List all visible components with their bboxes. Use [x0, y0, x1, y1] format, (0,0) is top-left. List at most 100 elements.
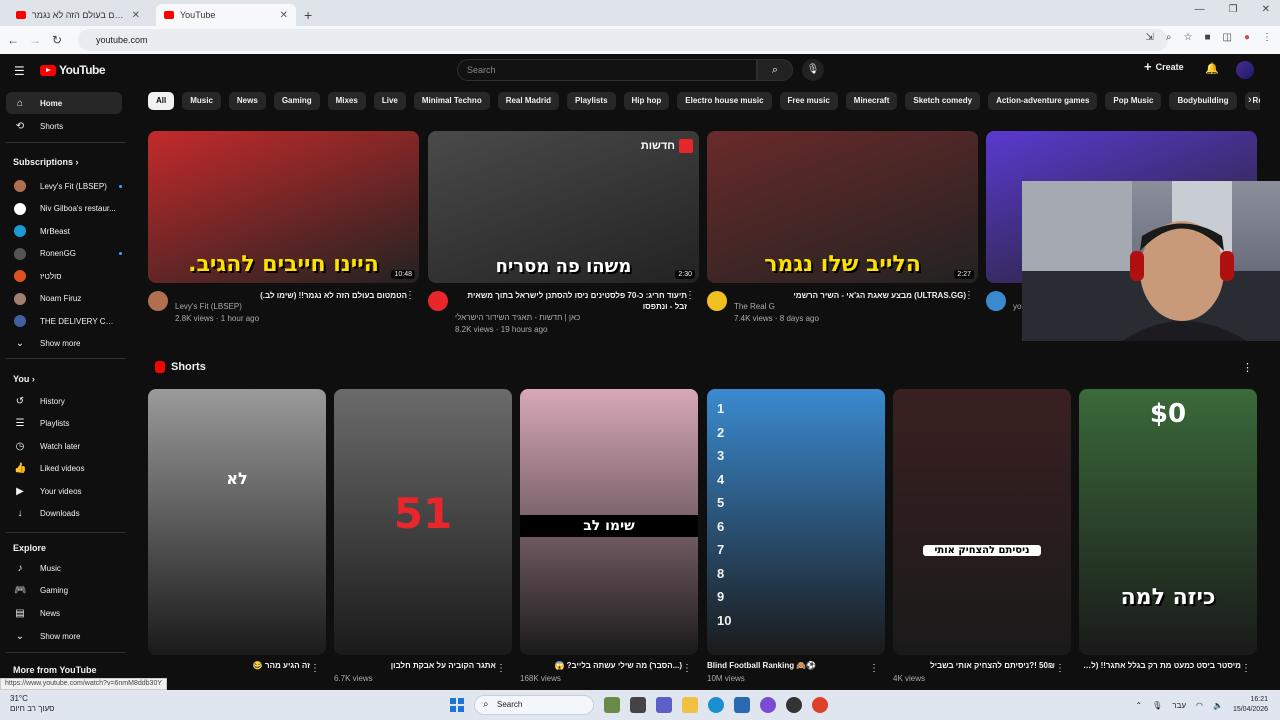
close-tab-icon[interactable]: ✕	[132, 10, 140, 21]
sidebar-item-like[interactable]: 👍 Liked videos	[6, 458, 122, 480]
browser-menu-icon[interactable]: ⋮	[1262, 32, 1272, 43]
sidebar-item-playlists[interactable]: ☰ Playlists	[6, 413, 122, 435]
browser-tab-active[interactable]: YouTube ✕	[156, 4, 296, 26]
profile-avatar-icon[interactable]: ●	[1244, 32, 1250, 43]
more-options-icon[interactable]: ⋮	[1241, 663, 1251, 674]
more-options-icon[interactable]: ⋮	[496, 663, 506, 674]
short-card[interactable]: לא זה הגיע מהר 😂 ⋮	[148, 389, 326, 674]
search-input[interactable]: Search	[457, 59, 757, 81]
sidebar-item-shorts[interactable]: ⟲ Shorts	[6, 115, 122, 137]
subscriptions-heading[interactable]: Subscriptions ›	[13, 157, 79, 167]
short-card[interactable]: 1 2 3 4 5 6 7 8 9 10 Blind Football Ranking 🙈⚽ 10M …	[707, 389, 885, 683]
teams-app-icon[interactable]	[656, 697, 672, 713]
filter-chip[interactable]: Recently uploaded	[1244, 92, 1260, 110]
mic-tray-icon[interactable]: 🎙	[1152, 701, 1162, 710]
filter-chip[interactable]: Minimal Techno	[413, 92, 490, 110]
filter-chip[interactable]: Bodybuilding	[1169, 92, 1237, 110]
clock[interactable]: 16:21 15/04/2026	[1233, 695, 1268, 715]
short-title[interactable]: זה הגיע מהר 😂	[148, 661, 310, 670]
sidebar-item-watch-later[interactable]: ◷ Watch later	[6, 435, 122, 457]
weather-widget[interactable]: 31°C סעוך רב חיום	[10, 694, 54, 714]
filter-chip[interactable]: Live	[373, 92, 406, 110]
more-options-icon[interactable]: ⋮	[869, 663, 879, 674]
short-thumbnail[interactable]: $0 כיזה למה	[1079, 389, 1257, 655]
filter-chip[interactable]: Minecraft	[845, 92, 898, 110]
short-card[interactable]: 51 אתגר הקוביה על אבקת חלבון 6.7K views ⋮	[334, 389, 512, 683]
address-bar[interactable]: youtube.com	[78, 29, 1168, 51]
minimize-icon[interactable]: —	[1195, 4, 1205, 15]
store-app-icon[interactable]	[734, 697, 750, 713]
sidebar-item-history[interactable]: ↺ History	[6, 390, 122, 412]
wifi-icon[interactable]: ◠	[1196, 701, 1203, 710]
install-icon[interactable]: ⇲	[1145, 32, 1153, 43]
volume-icon[interactable]: 🔈	[1213, 701, 1223, 710]
video-thumbnail[interactable]: הלייב שלו נגמר 2:27	[707, 131, 978, 283]
short-card[interactable]: ניסיתם להצחיק אותי 50₪ !?ניסיתם להצחיק או…	[893, 389, 1071, 683]
search-button[interactable]: ⌕	[757, 59, 793, 81]
notifications-bell-icon[interactable]: 🔔	[1205, 62, 1219, 75]
short-thumbnail[interactable]: 51	[334, 389, 512, 655]
channel-name[interactable]: Levy's Fit (LBSEP)	[175, 302, 242, 311]
sidebar-item-subscription[interactable]: Niv Gilboa's restaur...	[6, 198, 122, 220]
windows-start-icon[interactable]	[450, 698, 464, 712]
filter-chip[interactable]: Free music	[779, 92, 838, 110]
video-card[interactable]: משהו פה מסריח חדשות 2:30 תיעוד חריג: כ-70 פ…	[428, 131, 699, 340]
create-button[interactable]: + Create	[1144, 60, 1184, 73]
task-view-icon[interactable]	[630, 697, 646, 713]
short-thumbnail[interactable]: לא	[148, 389, 326, 655]
language-indicator[interactable]: עבר	[1172, 701, 1186, 710]
extensions-puzzle-icon[interactable]: ◫	[1223, 32, 1232, 43]
file-explorer-icon[interactable]	[682, 697, 698, 713]
chevron-right-icon[interactable]: ›	[1248, 94, 1252, 106]
browser-tab[interactable]: הטמטום בעולם הזה לא נגמר!! (... ✕	[8, 4, 148, 26]
menu-icon[interactable]: ☰	[14, 64, 25, 78]
short-title[interactable]: מיסטר ביסט כמעט מת רק בגלל אתגר!! (לא ..…	[1079, 661, 1241, 670]
sidebar-item-download[interactable]: ↓ Downloads	[6, 503, 122, 525]
more-options-icon[interactable]: ⋮	[405, 290, 415, 301]
video-thumbnail[interactable]: משהו פה מסריח חדשות 2:30	[428, 131, 699, 283]
sidebar-item-your-videos[interactable]: ▶ Your videos	[6, 480, 122, 502]
short-title[interactable]: אתגר הקוביה על אבקת חלבון	[334, 661, 496, 670]
sidebar-item-home[interactable]: ⌂ Home	[6, 92, 122, 114]
filter-chip[interactable]: Gaming	[273, 92, 320, 110]
tray-chevron-icon[interactable]: ⌃	[1135, 701, 1142, 710]
filter-chip[interactable]: All	[148, 92, 175, 110]
short-title[interactable]: 50₪ !?ניסיתם להצחיק אותי בשביל	[893, 661, 1055, 670]
filter-chip[interactable]: Music	[182, 92, 221, 110]
video-card[interactable]: היינו חייבים להגיב. 10:48 הטמטום בעולם הזה…	[148, 131, 419, 340]
short-thumbnail[interactable]: שימו לב	[520, 389, 698, 655]
close-tab-icon[interactable]: ✕	[280, 10, 288, 21]
channel-avatar[interactable]	[428, 291, 448, 311]
show-more-explore[interactable]: ⌄ Show more	[6, 625, 122, 647]
zoom-icon[interactable]: ⌕	[1166, 32, 1172, 43]
filter-chip[interactable]: Action-adventure games	[988, 92, 1098, 110]
short-title[interactable]: (...הסבר) מה שילי עשתה בלייב? 😱	[520, 661, 682, 670]
channel-avatar[interactable]	[986, 291, 1006, 311]
channel-avatar[interactable]	[707, 291, 727, 311]
account-avatar[interactable]	[1236, 61, 1254, 79]
voice-search-button[interactable]: 🎙	[802, 59, 824, 81]
sidebar-item-music[interactable]: ♪ Music	[6, 557, 122, 579]
short-card[interactable]: שימו לב (...הסבר) מה שילי עשתה בלייב? 😱 16…	[520, 389, 698, 683]
filter-chip[interactable]: Pop Music	[1105, 92, 1162, 110]
video-title[interactable]: תיעוד חריג: כ-70 פלסטינים ניסו להסתנן לי…	[455, 290, 687, 312]
chrome-app-icon[interactable]	[812, 697, 828, 713]
filter-chip[interactable]: Playlists	[567, 92, 616, 110]
short-thumbnail[interactable]: 1 2 3 4 5 6 7 8 9 10	[707, 389, 885, 655]
youtube-logo[interactable]: YouTube	[40, 63, 106, 77]
filter-chip[interactable]: Hip hop	[623, 92, 670, 110]
taskbar-search[interactable]: Search	[474, 695, 594, 715]
video-title[interactable]: (ULTRAS.GG) מבצע שאגת הג'אי - השיר הרשמי	[734, 290, 966, 301]
short-thumbnail[interactable]: ניסיתם להצחיק אותי	[893, 389, 1071, 655]
filter-chip[interactable]: Electro house music	[677, 92, 772, 110]
filter-chip[interactable]: Real Madrid	[497, 92, 560, 110]
discord-app-icon[interactable]	[760, 697, 776, 713]
back-icon[interactable]: ←	[2, 33, 24, 47]
extension-icon[interactable]: ■	[1204, 32, 1210, 43]
sidebar-item-subscription[interactable]: סולטיז	[6, 265, 122, 287]
more-options-icon[interactable]: ⋮	[964, 290, 974, 301]
channel-name[interactable]: The Real G	[734, 302, 775, 311]
sidebar-item-gaming[interactable]: 🎮 Gaming	[6, 580, 122, 602]
sidebar-item-subscription[interactable]: MrBeast	[6, 220, 122, 242]
short-card[interactable]: $0 כיזה למה מיסטר ביסט כמעט מת רק בגלל אתג…	[1079, 389, 1257, 674]
